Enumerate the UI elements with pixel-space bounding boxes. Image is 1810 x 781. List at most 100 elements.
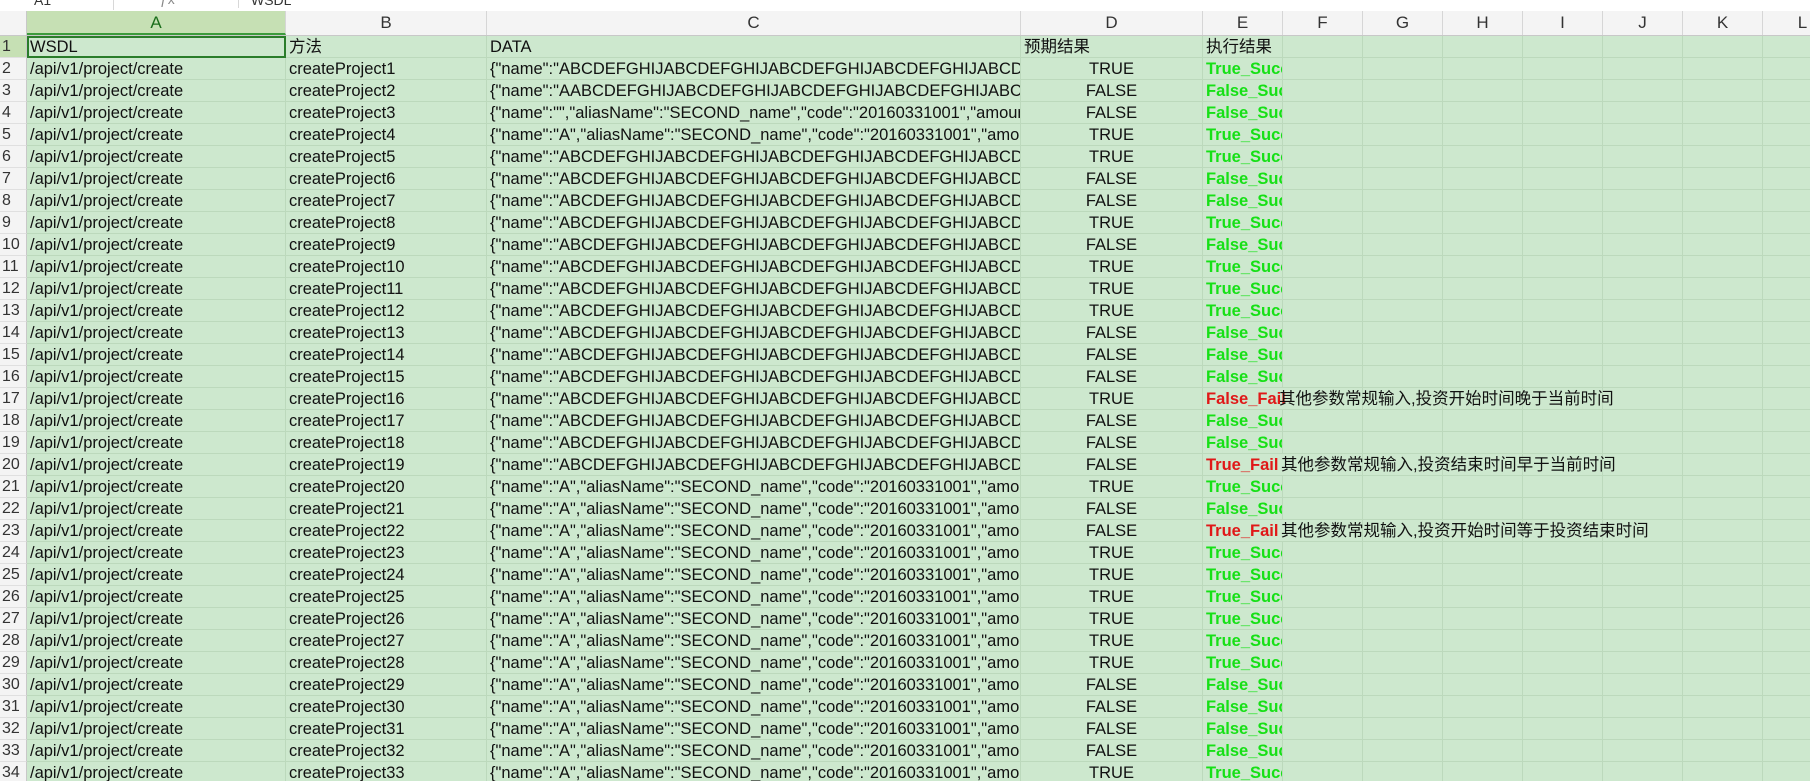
cell-empty[interactable] [1683, 718, 1763, 740]
formula-input[interactable]: WSDL [238, 0, 1810, 8]
row-header[interactable]: 32 [0, 718, 27, 740]
cell-result[interactable]: True_Success [1203, 762, 1283, 781]
row-header[interactable]: 31 [0, 696, 27, 718]
cell-method[interactable]: createProject13 [286, 322, 487, 344]
row-header[interactable]: 24 [0, 542, 27, 564]
cell-empty[interactable] [1363, 58, 1443, 80]
cell-wsdl[interactable]: /api/v1/project/create [27, 102, 286, 124]
row-header[interactable]: 25 [0, 564, 27, 586]
row-header[interactable]: 13 [0, 300, 27, 322]
cell-wsdl[interactable]: /api/v1/project/create [27, 278, 286, 300]
cell-empty[interactable] [1683, 432, 1763, 454]
cell-method[interactable]: createProject3 [286, 102, 487, 124]
cell-empty[interactable] [1763, 608, 1810, 630]
cell-expected[interactable]: FALSE [1021, 740, 1203, 762]
cell-result[interactable]: False_Success [1203, 102, 1283, 124]
cell-empty[interactable] [1603, 344, 1683, 366]
cell-empty[interactable] [1363, 300, 1443, 322]
cell-data[interactable]: {"name":"ABCDEFGHIJABCDEFGHIJABCDEFGHIJA… [487, 146, 1021, 168]
cell-empty[interactable] [1443, 168, 1523, 190]
row-header[interactable]: 27 [0, 608, 27, 630]
cell-result[interactable]: False_Success [1203, 410, 1283, 432]
cell-empty[interactable] [1443, 476, 1523, 498]
cell-empty[interactable] [1443, 564, 1523, 586]
cell-empty[interactable] [1443, 652, 1523, 674]
row-header[interactable]: 7 [0, 168, 27, 190]
cell-empty[interactable] [1283, 256, 1363, 278]
cell-empty[interactable] [1763, 322, 1810, 344]
row-header[interactable]: 6 [0, 146, 27, 168]
cell-empty[interactable] [1603, 36, 1683, 58]
cell-result[interactable]: True_Success [1203, 542, 1283, 564]
cell-empty[interactable] [1603, 322, 1683, 344]
cell-empty[interactable] [1603, 762, 1683, 781]
cell-empty[interactable] [1363, 498, 1443, 520]
cell-data[interactable]: {"name":"ABCDEFGHIJABCDEFGHIJABCDEFGHIJA… [487, 300, 1021, 322]
cell-empty[interactable] [1443, 498, 1523, 520]
cell-method[interactable]: createProject17 [286, 410, 487, 432]
cell-empty[interactable] [1683, 608, 1763, 630]
select-all-corner[interactable] [0, 11, 27, 35]
cell-empty[interactable] [1443, 696, 1523, 718]
cell-empty[interactable] [1443, 102, 1523, 124]
column-header-h[interactable]: H [1443, 11, 1523, 35]
cell-data[interactable]: {"name":"A","aliasName":"SECOND_name","c… [487, 674, 1021, 696]
cell-empty[interactable] [1443, 432, 1523, 454]
cell-wsdl[interactable]: /api/v1/project/create [27, 630, 286, 652]
cell-expected[interactable]: TRUE [1021, 652, 1203, 674]
cell-method[interactable]: createProject10 [286, 256, 487, 278]
cell-empty[interactable] [1603, 146, 1683, 168]
cell-wsdl[interactable]: /api/v1/project/create [27, 322, 286, 344]
cell-expected[interactable]: TRUE [1021, 608, 1203, 630]
cell-empty[interactable] [1683, 124, 1763, 146]
cell-empty[interactable] [1683, 696, 1763, 718]
cell-empty[interactable] [1443, 366, 1523, 388]
cell-empty[interactable] [1363, 630, 1443, 652]
cell-empty[interactable] [1443, 80, 1523, 102]
cell-empty[interactable] [1603, 410, 1683, 432]
cell-empty[interactable] [1363, 344, 1443, 366]
row-header[interactable]: 17 [0, 388, 27, 410]
cell-expected[interactable]: FALSE [1021, 696, 1203, 718]
cell-empty[interactable] [1523, 718, 1603, 740]
cell-wsdl[interactable]: /api/v1/project/create [27, 190, 286, 212]
row-header[interactable]: 9 [0, 212, 27, 234]
cell-method[interactable]: createProject8 [286, 212, 487, 234]
cell-empty[interactable] [1443, 234, 1523, 256]
cell-wsdl[interactable]: /api/v1/project/create [27, 58, 286, 80]
cell-empty[interactable] [1443, 256, 1523, 278]
cell-data[interactable]: {"name":"ABCDEFGHIJABCDEFGHIJABCDEFGHIJA… [487, 58, 1021, 80]
cell-empty[interactable] [1283, 432, 1363, 454]
cell-result[interactable]: True_Success [1203, 608, 1283, 630]
cell-empty[interactable] [1603, 718, 1683, 740]
cell-empty[interactable] [1683, 498, 1763, 520]
cell-result[interactable]: True_Success [1203, 124, 1283, 146]
cell-result[interactable]: True_Fail [1203, 520, 1283, 542]
cell-empty[interactable] [1283, 212, 1363, 234]
cell-empty[interactable] [1523, 102, 1603, 124]
cell-expected[interactable]: TRUE [1021, 278, 1203, 300]
cell-result[interactable]: False_Success [1203, 344, 1283, 366]
fx-icon[interactable]: ƒx [160, 0, 175, 7]
cell-empty[interactable] [1683, 388, 1763, 410]
cell-empty[interactable] [1683, 278, 1763, 300]
cell-empty[interactable] [1603, 80, 1683, 102]
cell-empty[interactable] [1523, 36, 1603, 58]
cell-empty[interactable] [1283, 586, 1363, 608]
cell-data[interactable]: {"name":"A","aliasName":"SECOND_name","c… [487, 498, 1021, 520]
cell-method[interactable]: createProject2 [286, 80, 487, 102]
cell-empty[interactable] [1683, 344, 1763, 366]
cell-empty[interactable] [1363, 190, 1443, 212]
cell-empty[interactable] [1363, 366, 1443, 388]
cell-empty[interactable] [1283, 124, 1363, 146]
cell-data[interactable]: {"name":"A","aliasName":"SECOND_name","c… [487, 124, 1021, 146]
cell-expected[interactable]: FALSE [1021, 366, 1203, 388]
cell-wsdl[interactable]: /api/v1/project/create [27, 300, 286, 322]
cell-method[interactable]: createProject1 [286, 58, 487, 80]
cell-empty[interactable] [1283, 674, 1363, 696]
cell-data[interactable]: {"name":"A","aliasName":"SECOND_name","c… [487, 718, 1021, 740]
cell-empty[interactable] [1283, 630, 1363, 652]
row-header[interactable]: 12 [0, 278, 27, 300]
cell-wsdl[interactable]: /api/v1/project/create [27, 564, 286, 586]
column-header-b[interactable]: B [286, 11, 487, 35]
